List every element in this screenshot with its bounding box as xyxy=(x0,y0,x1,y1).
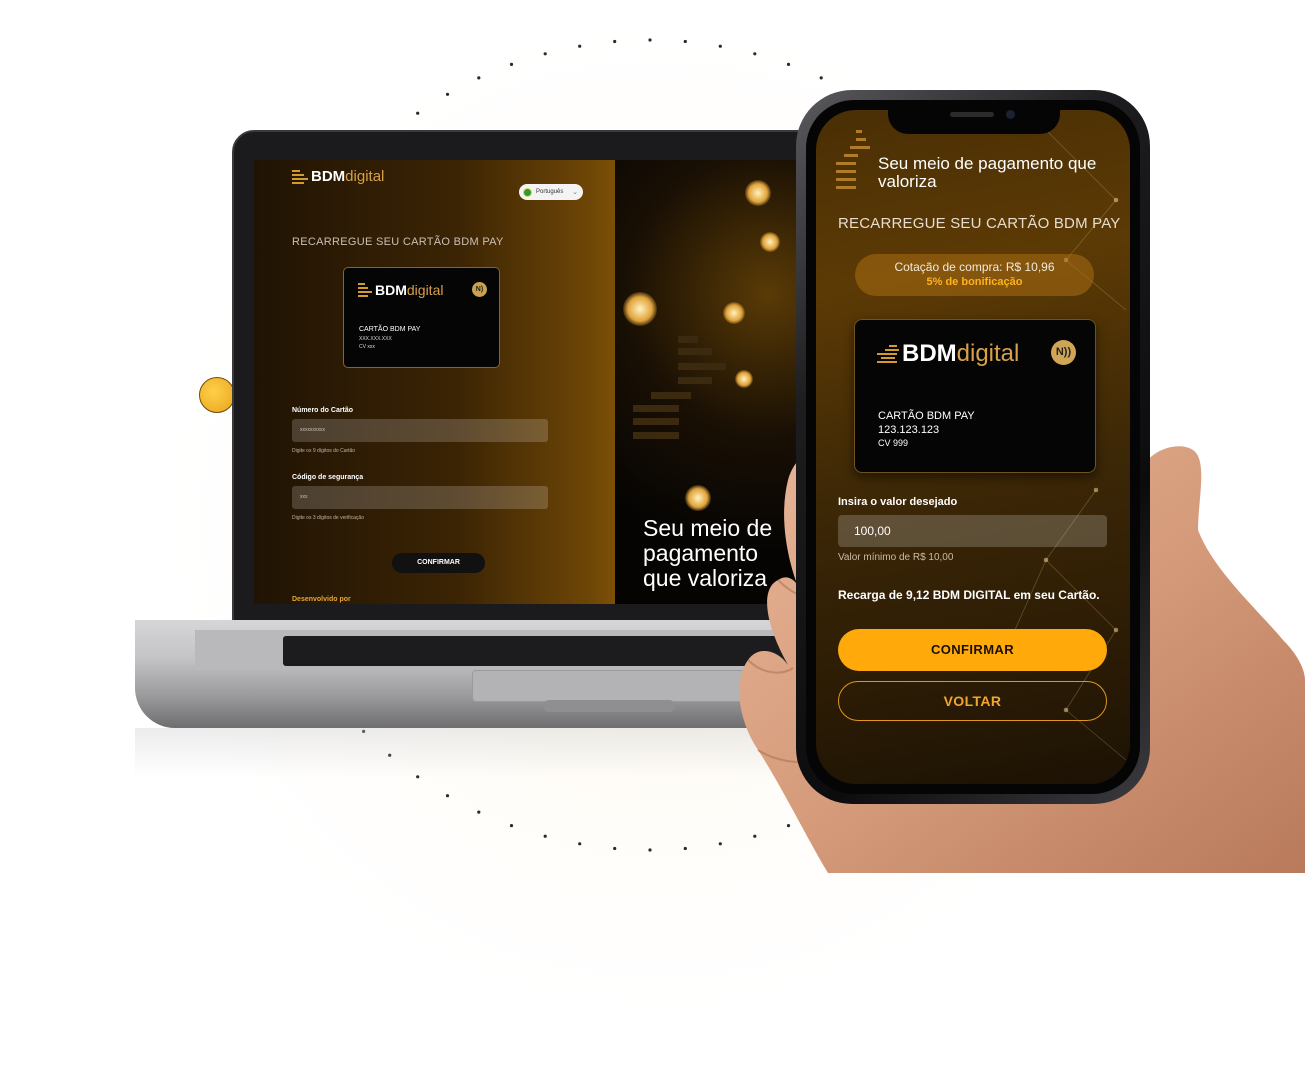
decor-bar xyxy=(651,392,691,399)
language-label: Português xyxy=(536,189,564,195)
security-code-input[interactable]: xxx xyxy=(292,486,548,509)
phone-card-logo-bold: BDM xyxy=(902,340,957,367)
ring-dot xyxy=(718,44,722,48)
laptop-trackpad xyxy=(472,670,764,702)
phone-notch xyxy=(888,100,1060,134)
ring-dot xyxy=(477,76,481,80)
ring-dot xyxy=(786,62,791,66)
logo-text-light: digital xyxy=(345,168,385,185)
ring-dot xyxy=(648,38,652,42)
quote-rate: Cotação de compra: R$ 10,96 xyxy=(894,260,1055,274)
ring-dot xyxy=(753,52,757,56)
confirm-button[interactable]: CONFIRMAR xyxy=(392,553,485,573)
phone-card-number: 123.123.123 xyxy=(878,424,940,436)
decor-bar xyxy=(678,336,698,343)
ring-dot xyxy=(578,842,582,846)
ring-dot xyxy=(613,846,617,851)
phone-card-preview: BDM digital N)) CARTÃO BDM PAY 123.123.12… xyxy=(854,319,1096,473)
ring-dot xyxy=(509,824,514,828)
decor-bar xyxy=(633,432,679,439)
page-title: RECARREGUE SEU CARTÃO BDM PAY xyxy=(292,236,504,248)
logo-bars-icon xyxy=(877,344,899,364)
ring-dot xyxy=(718,842,722,846)
nfc-icon: N) xyxy=(472,282,487,297)
logo-bars-icon xyxy=(358,282,372,298)
recharge-summary: Recarga de 9,12 BDM DIGITAL em seu Cartã… xyxy=(838,588,1100,602)
nfc-icon: N)) xyxy=(1051,340,1076,365)
ring-dot xyxy=(416,111,420,115)
ring-dot xyxy=(509,62,514,66)
coin-icon xyxy=(199,377,235,413)
glow-particle xyxy=(760,232,780,252)
phone-card-label: CARTÃO BDM PAY xyxy=(878,410,975,422)
card-logo-light: digital xyxy=(406,282,444,298)
decor-bar xyxy=(678,363,726,370)
card-number: XXX.XXX.XXX xyxy=(359,336,392,342)
ring-dot xyxy=(543,52,547,56)
ring-dot xyxy=(445,92,450,96)
phone-card-logo-light: digital xyxy=(956,340,1020,367)
card-number-input[interactable]: xxxxxxxxxx xyxy=(292,419,548,442)
laptop-reflection xyxy=(135,728,835,778)
security-code-hint: Digite os 3 dígitos de verificação xyxy=(292,515,364,521)
quote-bonus: 5% de bonificação xyxy=(926,276,1023,288)
amount-input[interactable]: 100,00 xyxy=(838,515,1107,547)
glow-particle xyxy=(735,370,753,388)
ring-dot xyxy=(683,846,687,851)
ring-dot xyxy=(648,848,652,852)
glow-particle xyxy=(685,485,711,511)
ring-dot xyxy=(683,39,687,44)
card-preview: BDM digital N) CARTÃO BDM PAY XXX.XXX.XXX… xyxy=(343,267,500,368)
card-number-hint: Digite os 9 dígitos do Cartão xyxy=(292,448,356,454)
decor-bar xyxy=(678,348,712,355)
amount-label: Insira o valor desejado xyxy=(838,496,958,508)
card-number-label: Número do Cartão xyxy=(292,407,354,414)
decor-bar xyxy=(678,377,712,384)
brazil-flag-icon xyxy=(523,187,532,197)
glow-particle xyxy=(623,292,657,326)
card-label: CARTÃO BDM PAY xyxy=(359,326,421,333)
laptop-keyboard xyxy=(283,636,803,666)
phone-headline: Seu meio de pagamento que valoriza xyxy=(878,154,1097,191)
ring-dot xyxy=(543,834,547,838)
laptop-logo: BDM digital xyxy=(292,168,384,185)
ring-dot xyxy=(819,76,823,80)
card-logo: BDM digital xyxy=(358,282,443,298)
ring-dot xyxy=(477,810,481,814)
back-button[interactable]: VOLTAR xyxy=(838,681,1107,721)
ring-dot xyxy=(445,794,450,798)
laptop-form-panel: BDM digital Português ⌄ RECARREGUE SEU CA… xyxy=(254,160,614,604)
glow-particle xyxy=(745,180,771,206)
phone-card-logo: BDM digital xyxy=(877,340,1019,368)
quote-badge: Cotação de compra: R$ 10,96 5% de bonifi… xyxy=(855,254,1094,296)
card-logo-bold: BDM xyxy=(375,282,407,298)
decor-bar xyxy=(633,405,679,412)
phone-card-cvv: CV 999 xyxy=(878,438,909,448)
card-cvv: CV xxx xyxy=(359,344,375,350)
speaker-icon xyxy=(950,112,994,117)
amount-minimum-hint: Valor mínimo de R$ 10,00 xyxy=(838,552,954,563)
confirm-button[interactable]: CONFIRMAR xyxy=(838,629,1107,671)
developed-by-link[interactable]: Desenvolvido por xyxy=(292,596,351,603)
logo-bars-icon xyxy=(292,169,308,185)
camera-icon xyxy=(1006,110,1015,119)
language-select[interactable]: Português ⌄ xyxy=(519,184,583,200)
glow-particle xyxy=(723,302,745,324)
decor-bar xyxy=(633,418,679,425)
laptop-hinge xyxy=(543,700,675,712)
logo-text-bold: BDM xyxy=(311,168,346,185)
phone-page-title: RECARREGUE SEU CARTÃO BDM PAY xyxy=(838,215,1121,232)
ring-dot xyxy=(613,39,617,44)
ring-dot xyxy=(578,44,582,48)
chevron-down-icon: ⌄ xyxy=(572,189,578,196)
security-code-label: Código de segurança xyxy=(292,474,364,481)
